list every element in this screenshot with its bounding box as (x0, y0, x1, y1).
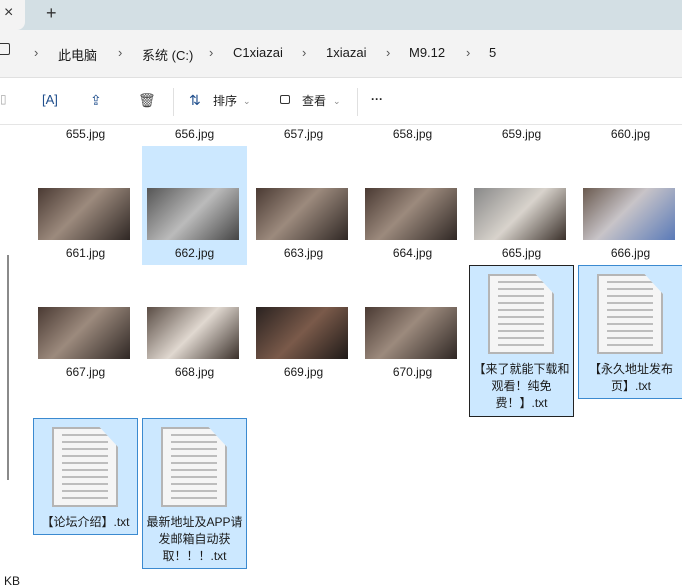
computer-icon (0, 43, 10, 55)
file-item[interactable]: 668.jpg (142, 265, 247, 385)
chevron-right-icon: › (466, 45, 471, 60)
file-name: 661.jpg (65, 246, 106, 260)
file-name: 662.jpg (174, 246, 215, 260)
text-file-icon (161, 427, 227, 507)
image-thumbnail (38, 188, 130, 240)
file-name: 最新地址及APP请发邮箱自动获取！！！.txt (146, 515, 243, 563)
text-file-icon (488, 274, 554, 354)
text-file-item[interactable]: 【来了就能下载和观看！纯免费！】.txt (469, 265, 574, 417)
file-name: 669.jpg (283, 365, 324, 379)
chevron-right-icon: › (209, 45, 214, 60)
file-item[interactable]: 657.jpg (251, 125, 356, 145)
file-name: 667.jpg (65, 365, 106, 379)
vertical-scrollbar[interactable] (7, 255, 9, 480)
delete-icon[interactable]: 🗑 (138, 92, 156, 109)
file-name: 【永久地址发布页】.txt (588, 362, 673, 393)
image-thumbnail (38, 307, 130, 359)
chevron-right-icon: › (302, 45, 307, 60)
image-thumbnail (365, 188, 457, 240)
file-name: 【论坛介绍】.txt (41, 515, 130, 529)
file-item[interactable]: 661.jpg (33, 146, 138, 265)
file-name: 660.jpg (610, 127, 651, 141)
breadcrumb-item[interactable]: M9.12 (409, 45, 445, 60)
file-item-selected[interactable]: 662.jpg (142, 146, 247, 265)
sort-button[interactable]: 排序 (213, 92, 237, 109)
status-bar-text: KB (4, 574, 21, 588)
text-file-item[interactable]: 最新地址及APP请发邮箱自动获取！！！.txt (142, 418, 247, 569)
chevron-right-icon: › (118, 45, 123, 60)
file-item[interactable]: 665.jpg (469, 146, 574, 265)
file-item[interactable]: 670.jpg (360, 265, 465, 385)
file-name: 668.jpg (174, 365, 215, 379)
breadcrumb-item[interactable]: 1xiazai (326, 45, 366, 60)
file-name: 666.jpg (610, 246, 651, 260)
file-name: 663.jpg (283, 246, 324, 260)
tab-bar: × + (0, 0, 682, 30)
image-thumbnail (147, 307, 239, 359)
chevron-down-icon: ⌄ (333, 96, 341, 106)
breadcrumb-item[interactable]: 系统 (C:) (142, 45, 193, 64)
file-item[interactable]: 660.jpg (578, 125, 682, 145)
view-button[interactable]: 查看 (302, 92, 326, 109)
file-name: 657.jpg (283, 127, 324, 141)
divider (173, 88, 174, 116)
active-tab[interactable]: × (0, 0, 25, 30)
file-item[interactable]: 663.jpg (251, 146, 356, 265)
command-bar: ▯ [A] ⇪ 🗑 ⇅ 排序 ⌄ 查看 ⌄ ··· (0, 78, 682, 125)
file-name: 664.jpg (392, 246, 433, 260)
image-thumbnail (474, 188, 566, 240)
image-thumbnail (583, 188, 675, 240)
file-item[interactable]: 666.jpg (578, 146, 682, 265)
text-file-item[interactable]: 【永久地址发布页】.txt (578, 265, 682, 399)
breadcrumb-item[interactable]: C1xiazai (233, 45, 283, 60)
image-thumbnail (256, 307, 348, 359)
share-icon[interactable]: ⇪ (90, 92, 102, 109)
file-name: 【来了就能下载和观看！纯免费！】.txt (473, 362, 570, 410)
view-icon (280, 95, 290, 104)
file-item[interactable]: 664.jpg (360, 146, 465, 265)
file-name: 670.jpg (392, 365, 433, 379)
chevron-down-icon: ⌄ (243, 96, 251, 106)
rename-icon[interactable]: [A] (42, 92, 58, 107)
breadcrumb-item[interactable]: 此电脑 (58, 45, 97, 64)
breadcrumb-item[interactable]: 5 (489, 45, 496, 60)
close-tab-icon[interactable]: × (4, 4, 13, 22)
more-options-button[interactable]: ··· (371, 92, 383, 106)
image-thumbnail (365, 307, 457, 359)
image-thumbnail (147, 188, 239, 240)
chevron-right-icon: › (386, 45, 391, 60)
file-name: 658.jpg (392, 127, 433, 141)
copy-icon[interactable]: ▯ (0, 92, 7, 106)
text-file-item[interactable]: 【论坛介绍】.txt (33, 418, 138, 535)
file-name: 655.jpg (65, 127, 106, 141)
file-item[interactable]: 656.jpg (142, 125, 247, 145)
file-item[interactable]: 669.jpg (251, 265, 356, 385)
new-tab-button[interactable]: + (46, 3, 57, 24)
file-name: 659.jpg (501, 127, 542, 141)
divider (357, 88, 358, 116)
image-thumbnail (256, 188, 348, 240)
file-name: 665.jpg (501, 246, 542, 260)
file-item[interactable]: 655.jpg (33, 125, 138, 145)
file-item[interactable]: 667.jpg (33, 265, 138, 385)
file-item[interactable]: 659.jpg (469, 125, 574, 145)
chevron-right-icon: › (34, 45, 39, 60)
sort-icon: ⇅ (189, 92, 201, 108)
address-bar[interactable]: › 此电脑 › 系统 (C:) › C1xiazai › 1xiazai › M… (0, 30, 682, 78)
file-name: 656.jpg (174, 127, 215, 141)
text-file-icon (52, 427, 118, 507)
file-item[interactable]: 658.jpg (360, 125, 465, 145)
text-file-icon (597, 274, 663, 354)
